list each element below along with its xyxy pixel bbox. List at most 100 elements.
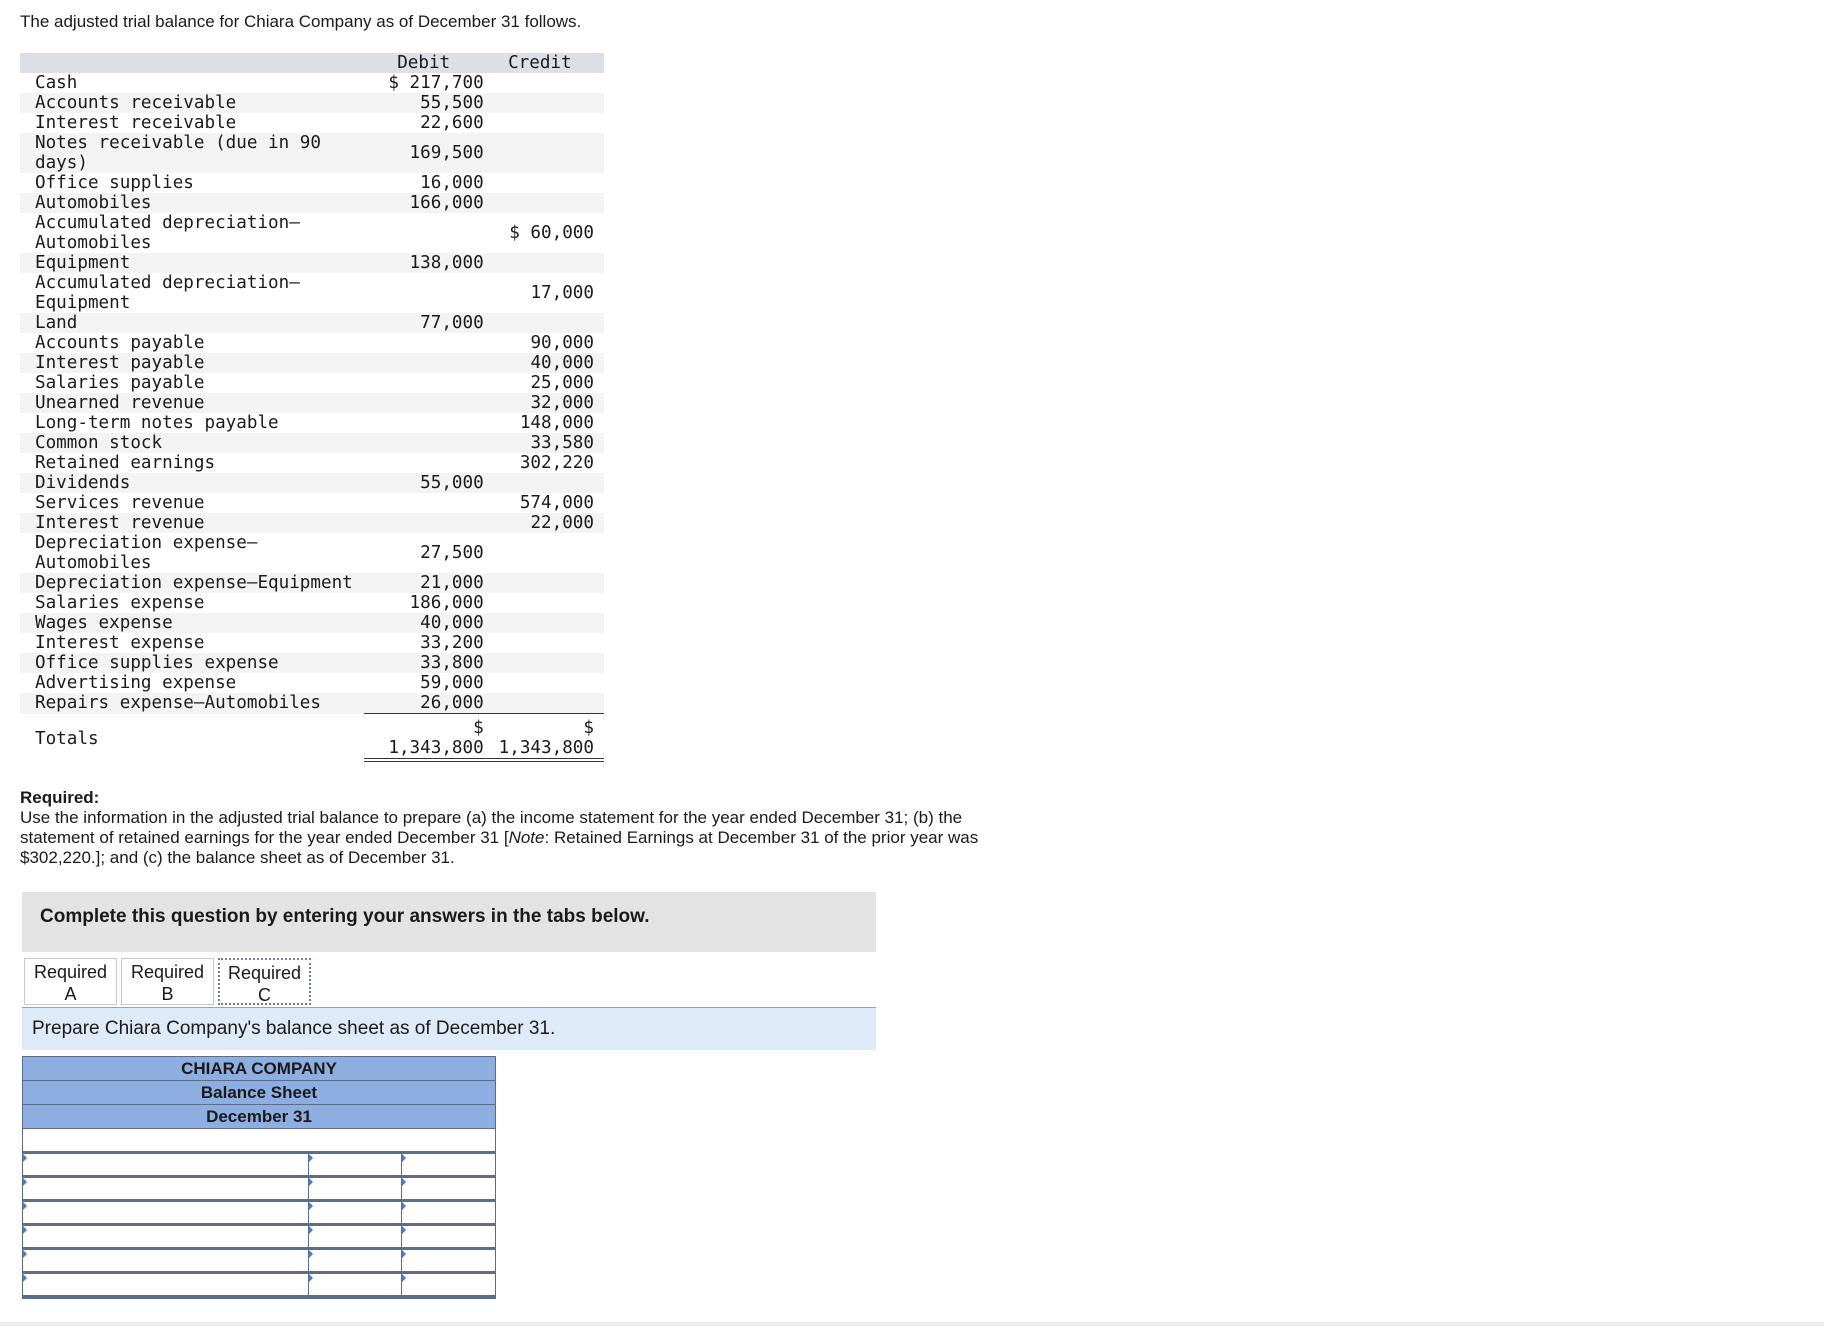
credit-amount [485, 253, 604, 273]
credit-amount: 22,000 [485, 513, 604, 533]
account-input[interactable] [23, 1226, 309, 1247]
account-input[interactable] [23, 1250, 309, 1271]
account-name: Long-term notes payable [35, 413, 279, 433]
debit-amount [363, 393, 486, 413]
account-input-cell [23, 1274, 310, 1295]
amount-input[interactable] [309, 1274, 402, 1295]
credit-amount [486, 73, 604, 93]
credit-amount [486, 633, 604, 653]
credit-amount [485, 93, 604, 113]
amount-input[interactable] [309, 1154, 402, 1175]
tab-required-c[interactable]: Required C [218, 958, 311, 1005]
currency-symbol: $ [473, 718, 484, 738]
account-name: Interest expense [35, 633, 205, 653]
intro-text: The adjusted trial balance for Chiara Co… [20, 12, 582, 31]
account-input-cell [23, 1202, 310, 1223]
debit-amount: 16,000 [420, 173, 484, 193]
debit-amount: 166,000 [363, 193, 486, 213]
amount-input[interactable] [309, 1250, 402, 1271]
total-input-cell [402, 1226, 495, 1247]
account-input-cell [23, 1226, 310, 1247]
trial-balance-row: Services revenue 574,000 [20, 493, 604, 513]
debit-amount: 26,000 [363, 693, 486, 714]
account-name: Interest receivable [35, 113, 237, 133]
credit-amount: 25,000 [530, 373, 594, 393]
trial-balance-row: Office supplies expense 33,800 [20, 653, 604, 673]
account-name: Office supplies expense [20, 653, 364, 673]
instructions-banner: Complete this question by entering your … [22, 892, 876, 952]
note-label: Note [508, 828, 545, 847]
credit-amount [485, 313, 604, 333]
total-input-cell [402, 1154, 495, 1175]
amount-input-cell [309, 1250, 403, 1271]
credit-amount [486, 173, 604, 193]
trial-balance-row: Depreciation expense–Equipment 21,000 [20, 573, 604, 593]
balance-sheet-company: CHIARA COMPANY [23, 1057, 495, 1081]
credit-header: Credit [485, 53, 604, 73]
account-name: Accumulated depreciation–Automobiles [35, 213, 300, 253]
balance-sheet-title: Balance Sheet [23, 1081, 495, 1105]
debit-amount [364, 413, 486, 433]
total-input[interactable] [402, 1274, 495, 1295]
balance-sheet-row [23, 1154, 495, 1178]
credit-amount [485, 693, 604, 714]
tab-required-a[interactable]: Required A [24, 958, 117, 1005]
account-name: Accumulated depreciation–Equipment [35, 273, 300, 313]
account-input[interactable] [23, 1274, 309, 1295]
balance-sheet-row [23, 1250, 495, 1274]
amount-input[interactable] [309, 1178, 402, 1199]
account-name: Cash [35, 73, 78, 93]
required-heading: Required: [20, 788, 100, 807]
account-name: Accounts payable [35, 333, 205, 353]
credit-amount [486, 533, 604, 573]
account-name: Salaries expense [35, 593, 205, 613]
banner-text: Complete this question by entering your … [40, 906, 650, 927]
trial-balance-totals-row: Totals $1,343,800 $1,343,800 [20, 713, 604, 762]
account-input-cell [23, 1154, 310, 1175]
debit-amount [364, 493, 486, 513]
credit-amount: $ 60,000 [509, 223, 594, 243]
debit-amount [363, 433, 486, 453]
credit-amount: 574,000 [519, 493, 594, 513]
account-name: Depreciation expense–Automobiles [35, 533, 258, 573]
total-input[interactable] [402, 1154, 495, 1175]
total-input-cell [402, 1178, 495, 1199]
trial-balance-row: Repairs expense–Automobiles 26,000 [20, 693, 604, 714]
credit-amount [486, 593, 604, 613]
trial-balance-row: Office supplies 16,000 [20, 173, 604, 193]
debit-amount: 27,500 [420, 543, 484, 563]
amount-input[interactable] [309, 1202, 402, 1223]
account-name: Equipment [20, 253, 364, 273]
account-input[interactable] [23, 1178, 309, 1199]
total-input[interactable] [402, 1178, 495, 1199]
account-input[interactable] [23, 1154, 309, 1175]
trial-balance-table: Debit Credit Cash $ 217,700 Accounts recei… [20, 53, 604, 762]
amount-input[interactable] [309, 1226, 402, 1247]
trial-balance-row: Accumulated depreciation–Automobiles $ 60… [20, 213, 604, 253]
amount-input-cell [309, 1226, 403, 1247]
currency-symbol: $ [583, 718, 594, 738]
trial-balance-row: Long-term notes payable 148,000 [20, 413, 604, 433]
trial-balance-row: Interest payable 40,000 [20, 353, 604, 373]
tab-required-b[interactable]: Required B [121, 958, 214, 1005]
account-name: Dividends [20, 473, 364, 493]
debit-amount: 33,800 [363, 653, 486, 673]
balance-sheet-form: CHIARA COMPANY Balance Sheet December 31 [22, 1056, 496, 1299]
trial-balance-row: Interest receivable 22,600 [20, 113, 604, 133]
account-input[interactable] [23, 1202, 309, 1223]
trial-balance-row: Unearned revenue 32,000 [20, 393, 604, 413]
debit-amount [363, 353, 486, 373]
trial-balance-header: Debit Credit [20, 53, 604, 73]
trial-balance-row: Automobiles 166,000 [20, 193, 604, 213]
total-input[interactable] [402, 1250, 495, 1271]
total-input[interactable] [402, 1226, 495, 1247]
total-debit: $1,343,800 [363, 713, 486, 762]
credit-amount: 32,000 [485, 393, 604, 413]
trial-balance-row: Cash $ 217,700 [20, 73, 604, 93]
debit-amount: $ 217,700 [388, 73, 484, 93]
account-name: Office supplies [35, 173, 194, 193]
credit-amount [486, 673, 604, 693]
total-input-cell [402, 1274, 495, 1295]
total-input[interactable] [402, 1202, 495, 1223]
account-name: Interest revenue [20, 513, 364, 533]
